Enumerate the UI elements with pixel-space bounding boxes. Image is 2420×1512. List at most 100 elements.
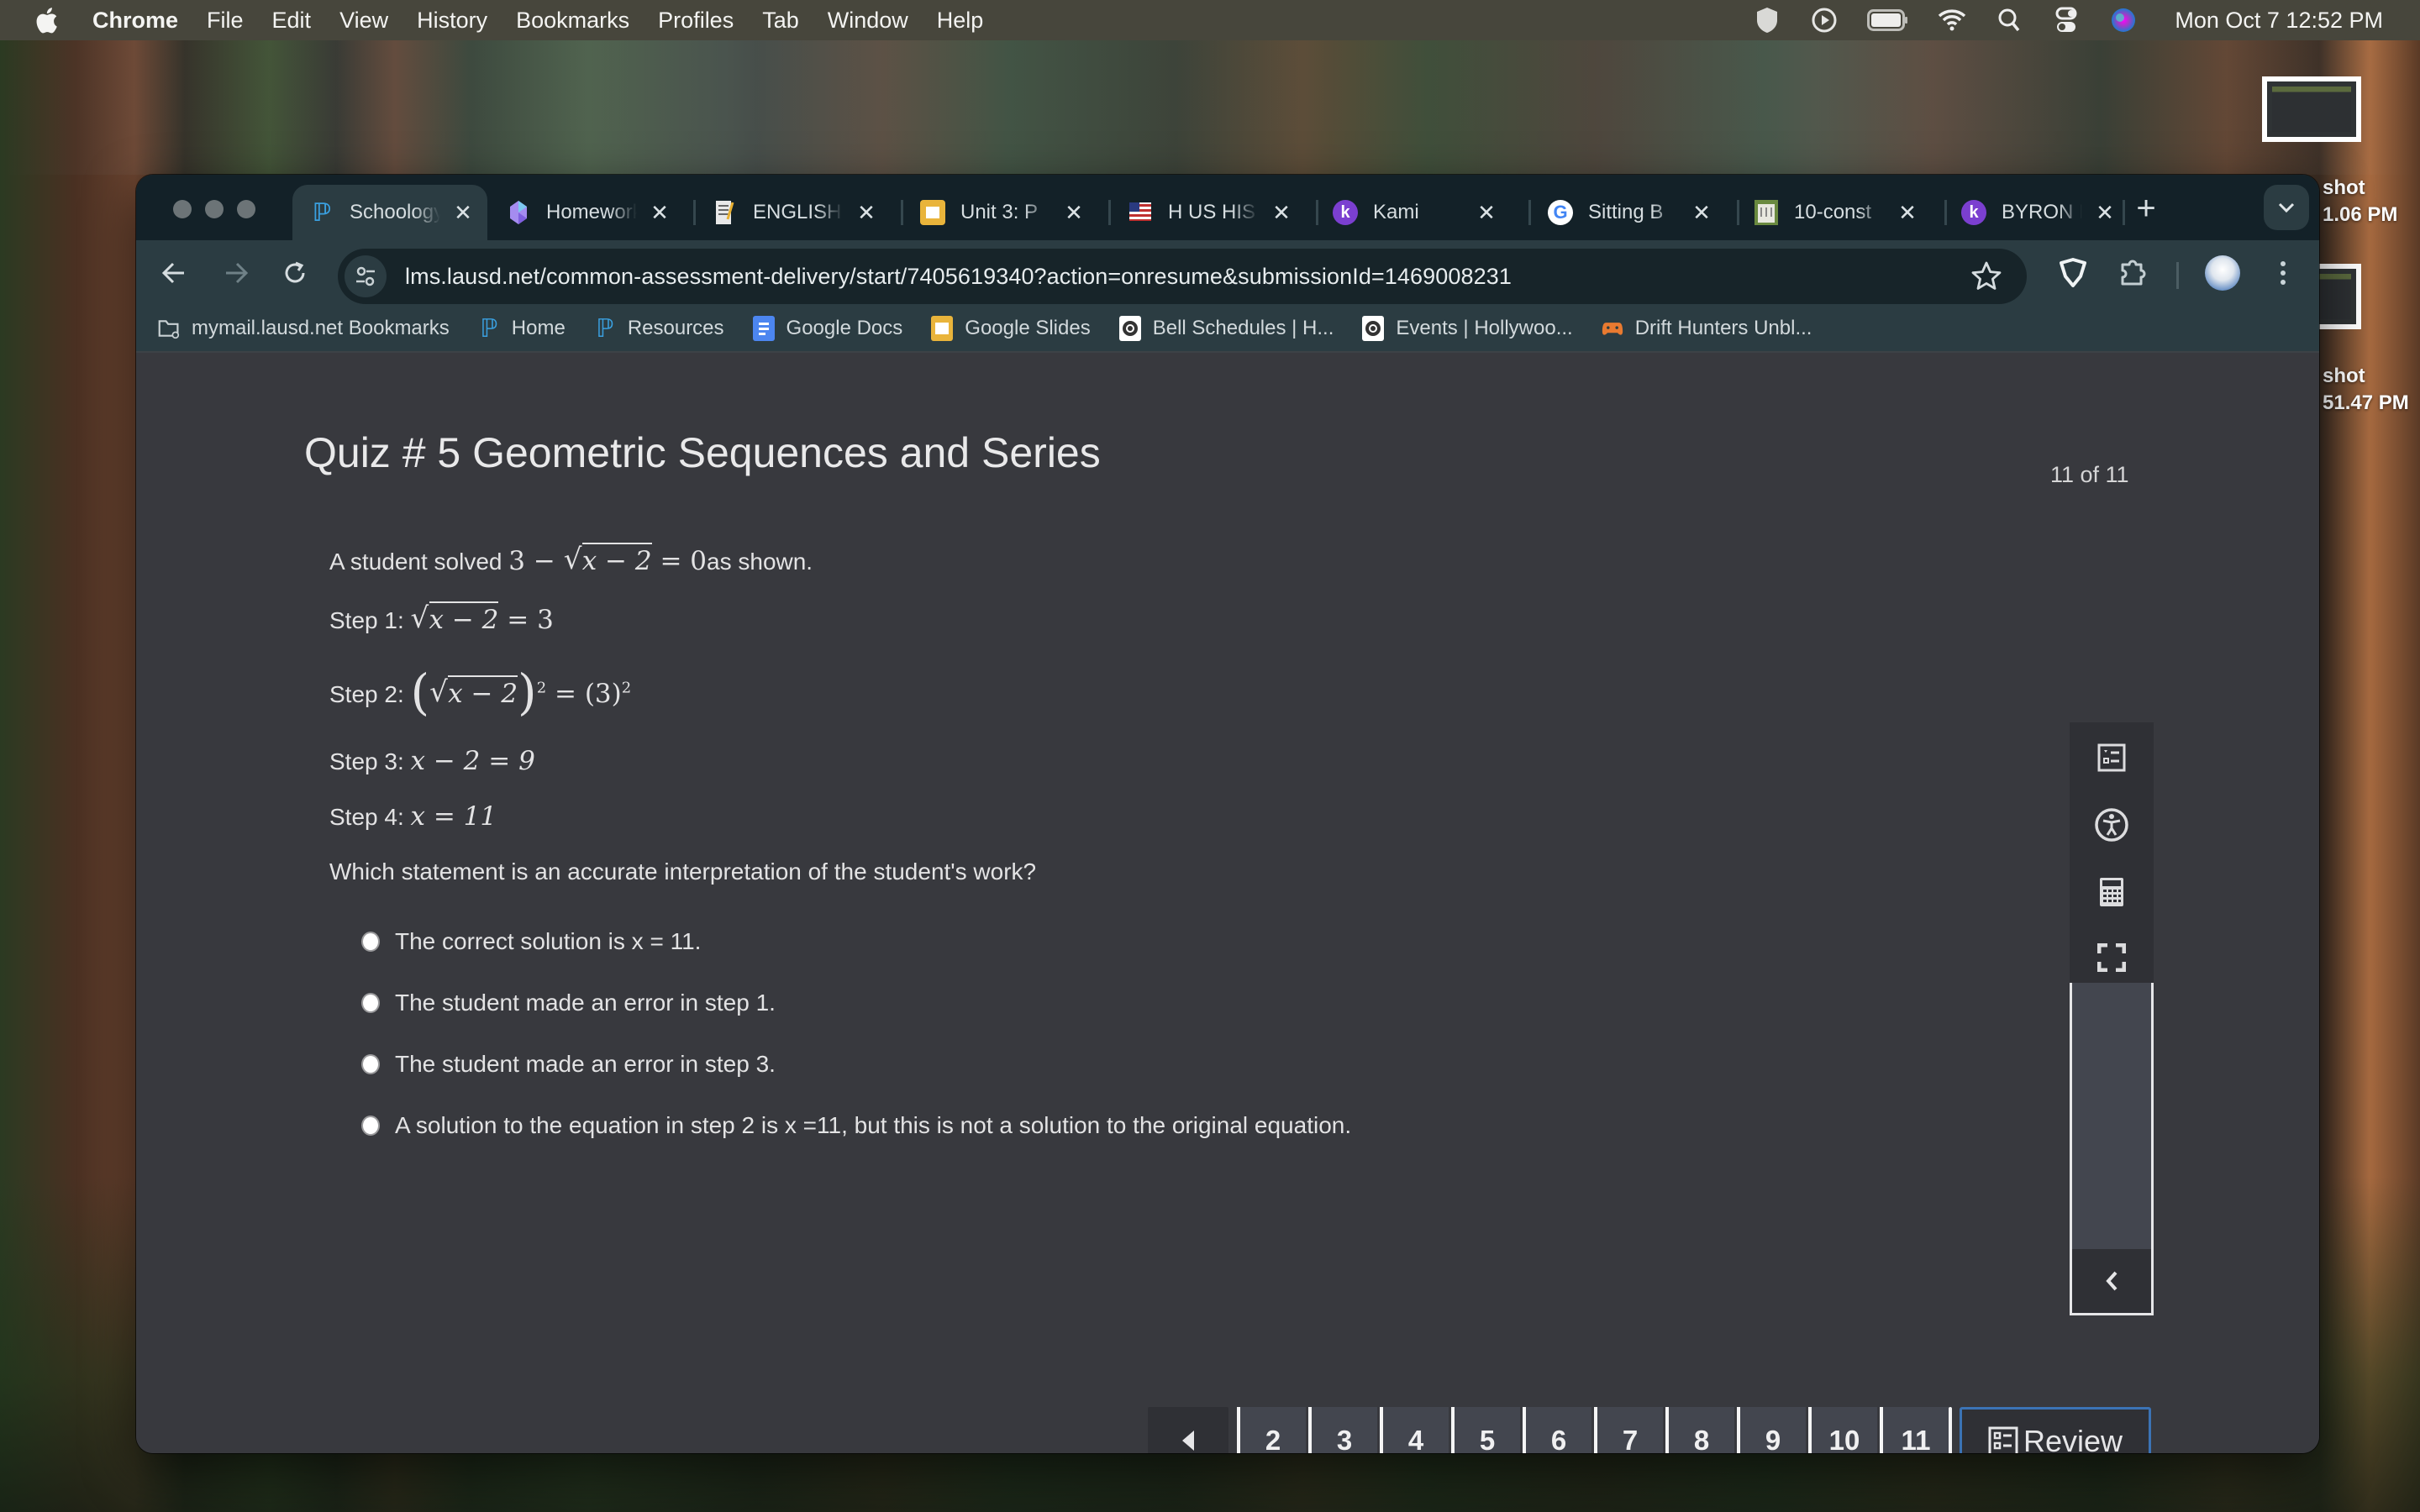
question-page-button[interactable]: 4 bbox=[1380, 1407, 1449, 1453]
close-tab-icon[interactable]: ✕ bbox=[1474, 200, 1499, 226]
tab-schoology[interactable]: ℙ Schoology ✕ bbox=[292, 185, 487, 240]
question-page-button[interactable]: 8 bbox=[1665, 1407, 1734, 1453]
question-page-button[interactable]: 3 bbox=[1308, 1407, 1377, 1453]
question-page-button[interactable]: 2 bbox=[1237, 1407, 1306, 1453]
bookmark-google-docs[interactable]: Google Docs bbox=[752, 316, 902, 341]
vpn-shield-extension-icon[interactable] bbox=[2054, 254, 2092, 292]
apple-logo-icon[interactable] bbox=[34, 6, 59, 34]
close-tab-icon[interactable]: ✕ bbox=[854, 200, 879, 226]
close-tab-icon[interactable]: ✕ bbox=[647, 200, 672, 226]
menu-tab[interactable]: Tab bbox=[762, 8, 799, 34]
battery-icon[interactable] bbox=[1867, 6, 1909, 34]
accessibility-button[interactable] bbox=[2091, 805, 2132, 845]
new-tab-button[interactable]: + bbox=[2128, 192, 2165, 228]
zoom-window-button[interactable] bbox=[237, 200, 255, 218]
tab-10-const[interactable]: 10-const ✕ bbox=[1737, 185, 1942, 240]
close-window-button[interactable] bbox=[173, 200, 192, 218]
bookmark-resources[interactable]: ℙ Resources bbox=[594, 314, 723, 344]
bookmark-bell-schedules[interactable]: Bell Schedules | H... bbox=[1118, 316, 1334, 341]
bookmark-mymail-folder[interactable]: mymail.lausd.net Bookmarks bbox=[158, 316, 450, 341]
question-page-button[interactable]: 11 bbox=[1880, 1407, 1949, 1453]
bookmark-events[interactable]: Events | Hollywoo... bbox=[1362, 316, 1573, 341]
step-1: Step 1: x − 2 = 3 bbox=[329, 601, 554, 635]
menu-history[interactable]: History bbox=[417, 8, 487, 34]
forward-button[interactable] bbox=[217, 254, 255, 292]
close-tab-icon[interactable]: ✕ bbox=[1061, 200, 1086, 226]
step-4: Step 4: x = 11 bbox=[329, 801, 497, 832]
shield-icon[interactable] bbox=[1753, 6, 1781, 34]
answer-option-a[interactable]: The correct solution is x = 11. bbox=[329, 928, 701, 955]
bookmark-drift-hunters[interactable]: Drift Hunters Unbl... bbox=[1602, 316, 1812, 341]
close-tab-icon[interactable]: ✕ bbox=[2092, 200, 2118, 226]
kami-icon: k bbox=[1333, 200, 1358, 225]
answer-option-b[interactable]: The student made an error in step 1. bbox=[329, 990, 776, 1016]
site-info-button[interactable] bbox=[345, 255, 387, 297]
back-button[interactable] bbox=[155, 254, 193, 292]
spotlight-search-icon[interactable] bbox=[1995, 6, 2023, 34]
siri-icon[interactable] bbox=[2109, 6, 2138, 34]
radio-button[interactable] bbox=[361, 993, 380, 1013]
bookmark-google-slides[interactable]: Google Slides bbox=[931, 316, 1091, 341]
chrome-menu-button[interactable] bbox=[2264, 254, 2302, 292]
question-page-button[interactable]: 9 bbox=[1737, 1407, 1806, 1453]
play-circle-icon[interactable] bbox=[1810, 6, 1839, 34]
menu-profiles[interactable]: Profiles bbox=[658, 8, 734, 34]
desktop-screenshot-thumbnail[interactable] bbox=[2262, 76, 2361, 142]
bookmark-home[interactable]: ℙ Home bbox=[478, 314, 566, 344]
desktop-screenshot-label[interactable]: shot 1.06 PM bbox=[2323, 175, 2397, 228]
tab-unit-3[interactable]: Unit 3: P ✕ bbox=[903, 185, 1108, 240]
tab-kami[interactable]: k Kami ✕ bbox=[1316, 185, 1521, 240]
collapse-panel-button[interactable] bbox=[2072, 1249, 2151, 1313]
tab-homework[interactable]: Homework ✕ bbox=[489, 185, 684, 240]
folder-icon bbox=[158, 316, 180, 341]
calculator-icon bbox=[2100, 878, 2123, 906]
radio-button[interactable] bbox=[361, 932, 380, 952]
menu-help[interactable]: Help bbox=[937, 8, 984, 34]
address-bar[interactable]: lms.lausd.net/common-assessment-delivery… bbox=[338, 249, 2027, 304]
menu-edit[interactable]: Edit bbox=[272, 8, 312, 34]
tab-sitting-bull[interactable]: G Sitting B ✕ bbox=[1531, 185, 1736, 240]
fullscreen-button[interactable] bbox=[2091, 937, 2132, 978]
profile-avatar[interactable] bbox=[2205, 255, 2240, 291]
menu-bar-clock[interactable]: Mon Oct 7 12:52 PM bbox=[2175, 8, 2383, 34]
minimize-window-button[interactable] bbox=[205, 200, 224, 218]
tab-us-history[interactable]: H US HIS ✕ bbox=[1111, 185, 1316, 240]
calculator-button[interactable] bbox=[2091, 872, 2132, 912]
desktop-screenshot-label[interactable]: shot 51.47 PM bbox=[2323, 363, 2409, 417]
review-list-icon bbox=[2097, 743, 2126, 772]
window-controls bbox=[173, 200, 255, 218]
menu-app-chrome[interactable]: Chrome bbox=[92, 8, 178, 34]
close-tab-icon[interactable]: ✕ bbox=[450, 200, 476, 226]
fullscreen-icon bbox=[2097, 943, 2126, 972]
review-button[interactable]: Review bbox=[1960, 1407, 2151, 1453]
previous-question-button[interactable] bbox=[1148, 1407, 1228, 1453]
tool-panel-scroll-area[interactable] bbox=[2070, 983, 2154, 1315]
question-page-button[interactable]: 7 bbox=[1594, 1407, 1663, 1453]
radio-button[interactable] bbox=[361, 1054, 380, 1074]
tab-search-button[interactable] bbox=[2264, 185, 2309, 230]
kami-icon: k bbox=[1961, 200, 1986, 225]
question-page-button[interactable]: 6 bbox=[1523, 1407, 1591, 1453]
question-page-button[interactable]: 5 bbox=[1451, 1407, 1520, 1453]
close-tab-icon[interactable]: ✕ bbox=[1895, 200, 1920, 226]
extensions-puzzle-icon[interactable] bbox=[2114, 254, 2153, 292]
bookmark-star-icon[interactable] bbox=[1970, 260, 2003, 293]
reload-button[interactable] bbox=[276, 254, 314, 292]
menu-bookmarks[interactable]: Bookmarks bbox=[516, 8, 629, 34]
tab-byron[interactable]: k BYRON F ✕ bbox=[1944, 185, 2133, 240]
review-list-button[interactable] bbox=[2091, 738, 2132, 778]
menu-view[interactable]: View bbox=[339, 8, 388, 34]
menu-file[interactable]: File bbox=[207, 8, 244, 34]
question-page-button[interactable]: 10 bbox=[1808, 1407, 1877, 1453]
wifi-icon[interactable] bbox=[1938, 6, 1966, 34]
control-center-icon[interactable] bbox=[2052, 6, 2081, 34]
menu-window[interactable]: Window bbox=[828, 8, 908, 34]
radio-button[interactable] bbox=[361, 1116, 380, 1136]
answer-option-c[interactable]: The student made an error in step 3. bbox=[329, 1051, 776, 1078]
answer-option-d[interactable]: A solution to the equation in step 2 is … bbox=[329, 1112, 1351, 1139]
tab-english[interactable]: ENGLISH ✕ bbox=[696, 185, 901, 240]
url-text[interactable]: lms.lausd.net/common-assessment-delivery… bbox=[405, 264, 1512, 290]
close-tab-icon[interactable]: ✕ bbox=[1269, 200, 1294, 226]
close-tab-icon[interactable]: ✕ bbox=[1689, 200, 1714, 226]
pager-end-divider bbox=[1949, 1407, 1952, 1453]
